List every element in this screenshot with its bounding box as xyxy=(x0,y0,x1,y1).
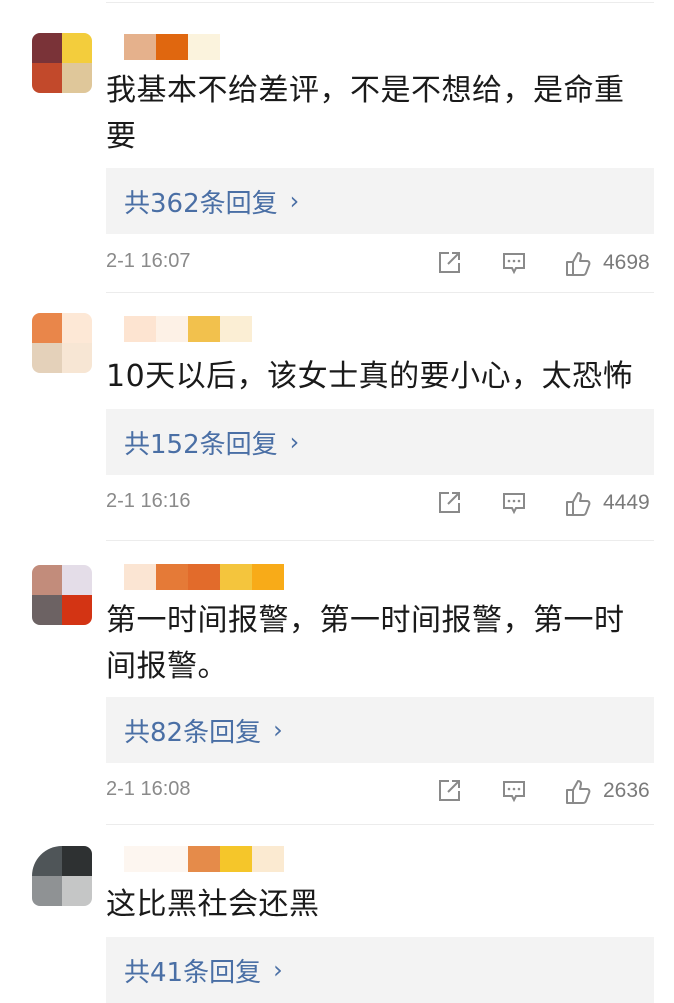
reply-count: 共362条回复 xyxy=(124,188,278,219)
avatar[interactable] xyxy=(32,313,92,373)
avatar[interactable] xyxy=(32,846,92,906)
avatar-pixel xyxy=(32,33,62,63)
redaction-block xyxy=(124,34,156,60)
chevron-right-icon: › xyxy=(273,716,283,744)
redaction-block xyxy=(220,846,252,872)
avatar-pixel xyxy=(32,63,62,93)
comment-text: 我基本不给差评，不是不想给，是命重要 xyxy=(106,73,625,154)
avatar-pixel xyxy=(62,33,92,63)
avatar-pixel xyxy=(62,565,92,595)
redaction-block xyxy=(156,564,188,590)
redaction-block xyxy=(188,564,220,590)
redaction-block xyxy=(188,846,220,872)
redaction-block xyxy=(220,316,252,342)
comment-divider xyxy=(106,824,654,825)
avatar-pixel xyxy=(62,846,92,876)
top-divider xyxy=(106,2,654,3)
chevron-right-icon: › xyxy=(273,956,283,984)
view-replies-button[interactable]: 共152条回复 › xyxy=(106,409,654,475)
comment-divider xyxy=(106,292,654,293)
comment-text: 10天以后，该女士真的要小心，太恐怖 xyxy=(106,359,634,394)
username-redacted[interactable] xyxy=(124,34,220,60)
avatar-pixel xyxy=(62,313,92,343)
redaction-block xyxy=(220,564,252,590)
thumbs-up-icon[interactable] xyxy=(564,778,592,806)
comment-text: 这比黑社会还黑 xyxy=(106,887,320,922)
username-redacted[interactable] xyxy=(124,846,284,872)
avatar-pixel xyxy=(32,343,62,373)
comment-meta: 2-1 16:16 4449 xyxy=(106,490,654,520)
view-replies-button[interactable]: 共362条回复 › xyxy=(106,168,654,234)
view-replies-button[interactable]: 共82条回复 › xyxy=(106,697,654,763)
redaction-block xyxy=(252,846,284,872)
comment-meta: 2-1 16:08 2636 xyxy=(106,778,654,808)
avatar-pixel xyxy=(62,343,92,373)
reply-count: 共152条回复 xyxy=(124,429,278,460)
avatar-pixel xyxy=(62,63,92,93)
redaction-block xyxy=(156,316,188,342)
redaction-block xyxy=(124,316,156,342)
avatar-pixel xyxy=(32,876,62,906)
avatar-pixel xyxy=(32,313,62,343)
reply-count: 共82条回复 xyxy=(124,717,262,748)
comment-text: 第一时间报警，第一时间报警，第一时间报警。 xyxy=(106,603,625,684)
share-icon[interactable] xyxy=(436,250,462,276)
redaction-block xyxy=(188,316,220,342)
avatar[interactable] xyxy=(32,33,92,93)
comment-icon[interactable] xyxy=(501,490,527,516)
share-icon[interactable] xyxy=(436,490,462,516)
avatar-pixel xyxy=(32,846,62,876)
username-redacted[interactable] xyxy=(124,316,252,342)
timestamp: 2-1 16:08 xyxy=(106,778,191,800)
comment-icon[interactable] xyxy=(501,778,527,804)
reply-count: 共41条回复 xyxy=(124,957,262,988)
avatar[interactable] xyxy=(32,565,92,625)
redaction-block xyxy=(124,564,156,590)
comment-divider xyxy=(106,540,654,541)
avatar-pixel xyxy=(62,876,92,906)
like-count: 4698 xyxy=(603,251,650,274)
comment-icon[interactable] xyxy=(501,250,527,276)
redaction-block xyxy=(252,564,284,590)
like-count: 4449 xyxy=(603,491,650,514)
share-icon[interactable] xyxy=(436,778,462,804)
thumbs-up-icon[interactable] xyxy=(564,250,592,278)
timestamp: 2-1 16:16 xyxy=(106,490,191,512)
thumbs-up-icon[interactable] xyxy=(564,490,592,518)
timestamp: 2-1 16:07 xyxy=(106,250,191,272)
comment-meta: 2-1 16:07 4698 xyxy=(106,250,654,280)
redaction-block xyxy=(188,34,220,60)
username-redacted[interactable] xyxy=(124,564,284,590)
redaction-block xyxy=(124,846,188,872)
chevron-right-icon: › xyxy=(289,428,300,456)
avatar-pixel xyxy=(62,595,92,625)
chevron-right-icon: › xyxy=(289,187,300,215)
view-replies-button[interactable]: 共41条回复 › xyxy=(106,937,654,1003)
like-count: 2636 xyxy=(603,779,650,802)
redaction-block xyxy=(156,34,188,60)
avatar-pixel xyxy=(32,565,62,595)
avatar-pixel xyxy=(32,595,62,625)
